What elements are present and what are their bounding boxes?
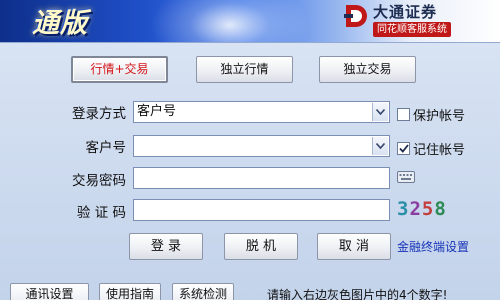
account-label: 客户号 [85, 140, 127, 156]
trade-password-input[interactable] [133, 167, 390, 189]
captcha-hint: 请输入右边灰色图片中的4个数字! [267, 288, 448, 300]
remember-account-label: 记住帐号 [413, 143, 466, 158]
banner-light-effect [150, 0, 310, 42]
chevron-down-icon [376, 143, 385, 149]
terminal-settings-link[interactable]: 金融终端设置 [397, 238, 469, 255]
remember-account-option[interactable]: 记住帐号 [397, 139, 465, 158]
banner-header: 通版 大通证券 同花顺客服系统 [0, 0, 500, 42]
broker-logo-icon [344, 5, 367, 27]
user-guide-button[interactable]: 使用指南 [99, 283, 161, 300]
app-logo: 通版 [24, 1, 88, 40]
captcha-digit: 5 [421, 198, 435, 220]
login-panel: 行情+交易 独立行情 独立交易 登录方式 客户号 保护帐号 客户号 记住帐号 交… [0, 42, 500, 300]
captcha-input[interactable] [133, 199, 390, 221]
cancel-button[interactable]: 取 消 [317, 233, 391, 260]
captcha-digit: 2 [409, 198, 422, 220]
comm-settings-button[interactable]: 通讯设置 [10, 283, 89, 300]
captcha-digit: 8 [434, 198, 447, 220]
chevron-down-icon [376, 109, 385, 115]
login-method-label: 登录方式 [72, 106, 126, 122]
captcha-image[interactable]: 3258 [397, 198, 447, 220]
trade-password-label: 交易密码 [72, 173, 126, 189]
mode-quote-only-button[interactable]: 独立行情 [196, 56, 293, 83]
checkmark-icon [398, 144, 409, 153]
captcha-digit: 3 [397, 198, 410, 220]
broker-subtitle: 同花顺客服系统 [373, 22, 451, 37]
offline-button[interactable]: 脱 机 [224, 233, 298, 260]
account-combobox[interactable] [133, 135, 390, 157]
mode-trade-only-button[interactable]: 独立交易 [319, 56, 416, 83]
login-method-dropdown-button[interactable] [372, 103, 388, 121]
captcha-label: 验 证 码 [76, 205, 126, 221]
broker-name: 大通证券 [373, 3, 438, 21]
remember-account-checkbox[interactable] [397, 142, 410, 155]
account-dropdown-button[interactable] [372, 137, 388, 155]
protect-account-checkbox[interactable] [397, 108, 410, 121]
keyboard-icon[interactable] [397, 170, 415, 184]
login-method-value: 客户号 [137, 104, 177, 119]
mode-quote-trade-button[interactable]: 行情+交易 [71, 56, 168, 83]
system-check-button[interactable]: 系统检测 [172, 283, 234, 300]
login-method-select[interactable]: 客户号 [133, 101, 390, 123]
protect-account-option[interactable]: 保护帐号 [397, 105, 465, 124]
protect-account-label: 保护帐号 [413, 109, 466, 124]
login-button[interactable]: 登 录 [129, 233, 203, 260]
